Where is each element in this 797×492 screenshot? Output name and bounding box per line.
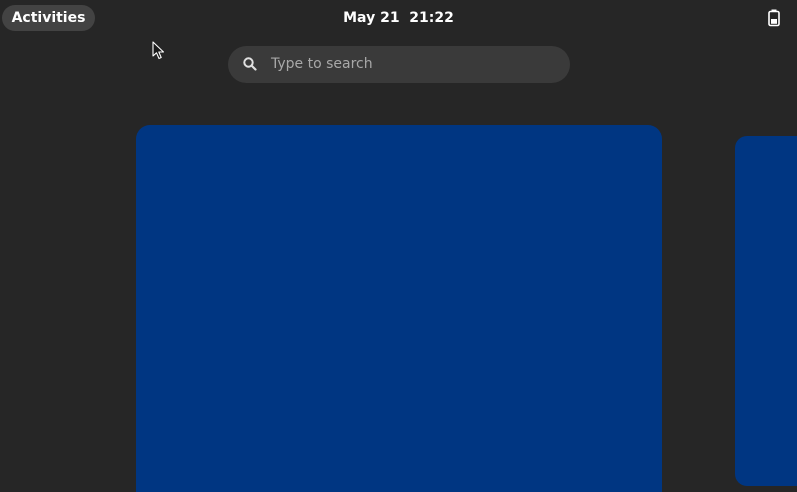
search-input[interactable]: Type to search: [228, 46, 570, 83]
search-placeholder: Type to search: [271, 56, 373, 72]
activities-button[interactable]: Activities: [2, 5, 95, 31]
mouse-pointer-icon: [152, 41, 166, 61]
battery-icon[interactable]: [765, 8, 783, 28]
workspace-thumbnail-current[interactable]: [136, 125, 662, 492]
workspace-thumbnail-next[interactable]: [735, 136, 797, 486]
top-bar: Activities May 21 21:22: [0, 0, 797, 34]
date-time-clock[interactable]: May 21 21:22: [300, 5, 497, 31]
search-icon: [242, 56, 258, 72]
activities-overview: Activities May 21 21:22 Type to search: [0, 0, 797, 492]
